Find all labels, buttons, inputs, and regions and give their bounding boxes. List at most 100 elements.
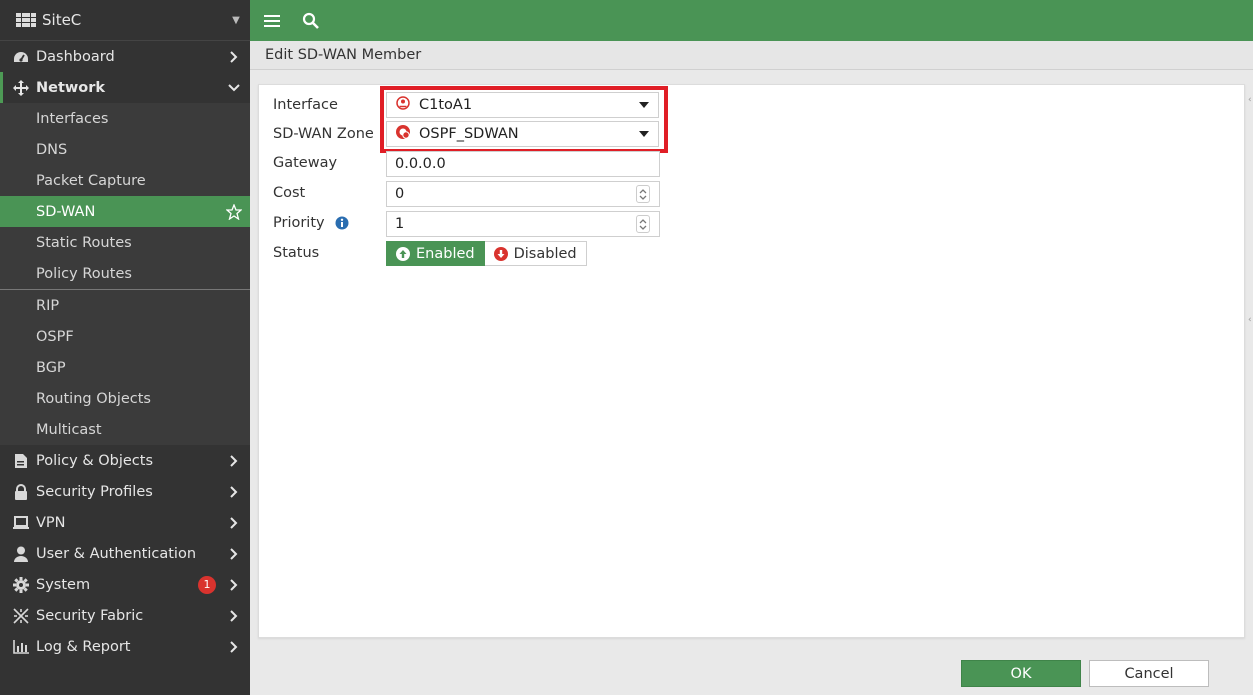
nav-dashboard[interactable]: Dashboard (0, 41, 250, 72)
site-selector[interactable]: SiteC ▼ (0, 0, 250, 41)
chevron-right-icon (224, 609, 244, 622)
nav-network[interactable]: Network (0, 72, 250, 103)
interface-row: Interface (273, 92, 386, 118)
notification-badge: 1 (198, 575, 216, 594)
nav-policy-objects[interactable]: Policy & Objects (0, 445, 250, 476)
lock-icon (11, 483, 31, 500)
ok-button[interactable]: OK (961, 660, 1081, 687)
enabled-label: Enabled (416, 245, 475, 262)
sdwan-zone-select[interactable]: OSPF_SDWAN (386, 121, 659, 147)
sidebar-item-ospf[interactable]: OSPF (0, 321, 250, 352)
nav-log-report[interactable]: Log & Report (0, 631, 250, 662)
sub-label: Packet Capture (36, 172, 146, 189)
edit-form-panel: Interface C1toA1 SD-WAN Zone OSPF_SDWAN … (258, 84, 1245, 638)
sidebar: SiteC ▼ Dashboard Network Interfaces DNS… (0, 0, 250, 695)
disabled-label: Disabled (513, 245, 577, 262)
sub-label: Routing Objects (36, 390, 151, 407)
gateway-label: Gateway (273, 155, 338, 171)
nav-security-profiles[interactable]: Security Profiles (0, 476, 250, 507)
status-row: Status (273, 240, 386, 266)
cost-spinner[interactable] (636, 185, 650, 203)
user-icon (11, 546, 31, 562)
cancel-button[interactable]: Cancel (1089, 660, 1209, 687)
sidebar-item-bgp[interactable]: BGP (0, 352, 250, 383)
nav-label: Dashboard (36, 48, 115, 65)
nav-security-fabric[interactable]: Security Fabric (0, 600, 250, 631)
cost-input[interactable]: 0 (386, 181, 660, 207)
page-title: Edit SD-WAN Member (250, 41, 1253, 70)
nav-label: Security Profiles (36, 483, 153, 500)
sidebar-item-policy-routes[interactable]: Policy Routes (0, 258, 250, 289)
top-bar (250, 0, 1253, 41)
interface-label: Interface (273, 97, 338, 113)
fortigate-logo-icon (16, 12, 36, 28)
nav-user-authentication[interactable]: User & Authentication (0, 538, 250, 569)
hamburger-menu-icon[interactable] (262, 11, 282, 31)
sidebar-item-static-routes[interactable]: Static Routes (0, 227, 250, 258)
nav-label: Security Fabric (36, 607, 144, 624)
dashboard-icon (11, 50, 31, 64)
sidebar-item-multicast[interactable]: Multicast (0, 414, 250, 445)
nav-label: Network (36, 79, 106, 96)
nav-label: Policy & Objects (36, 452, 154, 469)
sidebar-item-interfaces[interactable]: Interfaces (0, 103, 250, 134)
caret-down-icon: ▼ (232, 14, 240, 26)
interface-select[interactable]: C1toA1 (386, 92, 659, 118)
site-name: SiteC (42, 11, 82, 29)
zone-row: SD-WAN Zone (273, 121, 386, 147)
nav-system[interactable]: System 1 (0, 569, 250, 600)
chevron-right-icon (224, 578, 244, 591)
priority-value: 1 (395, 216, 405, 232)
dropdown-caret-icon (634, 102, 654, 108)
nav-label: Log & Report (36, 638, 131, 655)
priority-label-wrap: Priority (273, 215, 386, 231)
sidebar-item-rip[interactable]: RIP (0, 290, 250, 321)
status-disabled-button[interactable]: Disabled (484, 241, 587, 266)
sidebar-item-packet-capture[interactable]: Packet Capture (0, 165, 250, 196)
nav-label: VPN (36, 514, 66, 531)
priority-row: Priority (273, 210, 386, 236)
cost-row: Cost (273, 180, 386, 206)
sdwan-zone-icon (395, 124, 411, 144)
scroll-marker: ‹ (1248, 95, 1252, 105)
laptop-icon (11, 515, 31, 530)
zone-label: SD-WAN Zone (273, 126, 374, 142)
bar-chart-icon (11, 639, 31, 654)
nav-vpn[interactable]: VPN (0, 507, 250, 538)
dropdown-caret-icon (634, 131, 654, 137)
sub-label: Multicast (36, 421, 102, 438)
zone-value: OSPF_SDWAN (419, 126, 519, 142)
nav-label: System (36, 576, 91, 593)
status-toggle: Enabled Disabled (386, 241, 587, 266)
sidebar-item-sd-wan[interactable]: SD-WAN (0, 196, 250, 227)
sub-label: Interfaces (36, 110, 109, 127)
gateway-value: 0.0.0.0 (395, 156, 446, 172)
interface-value: C1toA1 (419, 97, 473, 113)
gateway-input[interactable]: 0.0.0.0 (386, 151, 660, 177)
sub-label: OSPF (36, 328, 74, 345)
chevron-right-icon (224, 50, 244, 63)
search-icon[interactable] (300, 11, 320, 31)
arrow-up-circle-icon (396, 246, 410, 261)
sub-label: Static Routes (36, 234, 132, 251)
chevron-right-icon (224, 547, 244, 560)
sub-label: SD-WAN (36, 203, 96, 220)
star-favorite-icon[interactable] (224, 203, 244, 220)
sidebar-item-routing-objects[interactable]: Routing Objects (0, 383, 250, 414)
sidebar-item-dns[interactable]: DNS (0, 134, 250, 165)
sub-label: RIP (36, 297, 60, 314)
sub-label: BGP (36, 359, 66, 376)
info-icon[interactable] (335, 216, 349, 230)
priority-input[interactable]: 1 (386, 211, 660, 237)
sub-label: Policy Routes (36, 265, 132, 282)
priority-spinner[interactable] (636, 215, 650, 233)
chevron-right-icon (224, 454, 244, 467)
cost-label: Cost (273, 185, 306, 201)
status-enabled-button[interactable]: Enabled (386, 241, 485, 266)
scroll-marker: ‹ (1248, 315, 1252, 325)
chevron-right-icon (224, 640, 244, 653)
status-label: Status (273, 245, 320, 261)
chevron-right-icon (224, 485, 244, 498)
policy-document-icon (11, 453, 31, 469)
gateway-row: Gateway (273, 150, 386, 176)
